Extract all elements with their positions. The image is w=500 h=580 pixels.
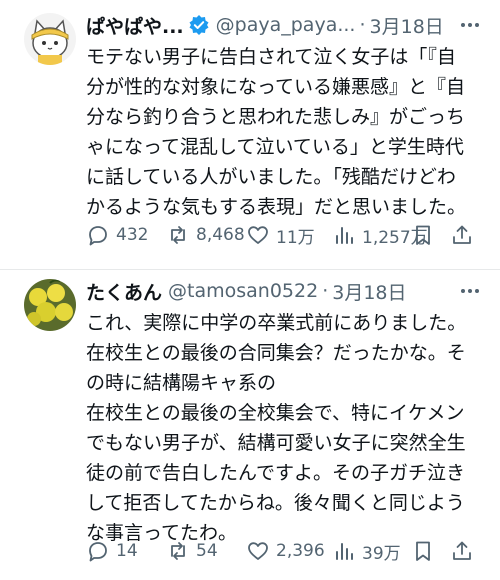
retweet-count: 54 bbox=[196, 541, 218, 561]
author-handle[interactable]: @tamosan0522 bbox=[168, 280, 318, 302]
bookmark-button[interactable] bbox=[411, 536, 435, 566]
views-count: 39万 bbox=[362, 543, 401, 564]
bookmark-icon bbox=[416, 541, 430, 561]
like-count: 11万 bbox=[276, 227, 315, 248]
reply-count: 14 bbox=[116, 541, 138, 561]
tweet-1[interactable]: ぱやぱや... @paya_paya... · 3月18日 モテない男子に告白さ… bbox=[0, 0, 500, 269]
retweet-button[interactable]: 54 bbox=[166, 536, 218, 566]
tweet-text: モテない男子に告白されて泣く女子は「『自 分が性的な対象になっている嫌悪感』と『… bbox=[86, 42, 486, 222]
tweet-header: ぱやぱや... @paya_paya... · 3月18日 bbox=[86, 12, 484, 38]
text-line: 分が性的な対象になっている嫌悪感』と『自 bbox=[86, 76, 466, 98]
text-line: 在校生との最後の全校集会で、特にイケメン bbox=[86, 402, 465, 424]
reply-icon bbox=[89, 542, 107, 562]
text-line: に話している人がいました。「残酷だけどわ bbox=[86, 166, 456, 188]
author-name[interactable]: ぱやぱや... bbox=[86, 12, 184, 39]
bookmark-icon bbox=[416, 225, 430, 245]
retweet-button[interactable]: 8,468 bbox=[166, 220, 245, 250]
tweet-date[interactable]: 3月18日 bbox=[370, 12, 444, 39]
reply-count: 432 bbox=[116, 225, 149, 245]
heart-icon bbox=[248, 226, 268, 244]
text-line: かるような気もする表現」だと思いました。 bbox=[86, 196, 467, 218]
share-button[interactable] bbox=[450, 536, 474, 566]
action-bar: 14 54 2,396 39万 bbox=[86, 536, 486, 566]
text-line: モテない男子に告白されて泣く女子は「『自 bbox=[86, 46, 456, 68]
text-line: 在校生との最後の合同集会？だったかな。そ bbox=[86, 342, 466, 364]
reply-button[interactable]: 14 bbox=[86, 536, 138, 566]
more-options-icon[interactable] bbox=[458, 278, 482, 304]
tweet-date[interactable]: 3月18日 bbox=[332, 278, 406, 305]
bookmark-button[interactable] bbox=[411, 220, 435, 250]
views-chart-icon bbox=[336, 543, 353, 560]
text-line: の時に結構陽キャ系の bbox=[86, 372, 277, 394]
views-chart-icon bbox=[336, 227, 353, 244]
like-button[interactable]: 2,396 bbox=[246, 536, 325, 566]
heart-icon bbox=[248, 542, 268, 560]
retweet-count: 8,468 bbox=[196, 225, 245, 245]
separator-dot: · bbox=[359, 14, 366, 36]
like-button[interactable]: 11万 bbox=[246, 220, 315, 250]
share-button[interactable] bbox=[450, 220, 474, 250]
tweet-text: これ、実際に中学の卒業式前にありました。 在校生との最後の合同集会？だったかな。… bbox=[86, 308, 486, 548]
text-line: 分なら釣り合うと思われた悲しみ』がごっち bbox=[86, 106, 466, 128]
text-line: 徒の前で告白したんですよ。その子ガチ泣き bbox=[86, 462, 466, 484]
text-line: ゃになって混乱して泣いている」と学生時代 bbox=[86, 136, 464, 158]
text-line: して拒否してたからね。後々聞くと同じよう bbox=[86, 492, 465, 514]
separator-dot: · bbox=[322, 280, 329, 302]
action-bar: 432 8,468 11万 1,257万 bbox=[86, 220, 486, 250]
text-line: これ、実際に中学の卒業式前にありました。 bbox=[86, 312, 467, 334]
share-icon bbox=[453, 225, 471, 244]
views-button[interactable]: 39万 bbox=[332, 536, 401, 566]
reply-button[interactable]: 432 bbox=[86, 220, 148, 250]
text-line: でもない男子が、結構可愛い女子に突然全生 bbox=[86, 432, 466, 454]
verified-badge-icon bbox=[188, 14, 210, 36]
cat-avatar-icon[interactable] bbox=[24, 13, 76, 65]
retweet-icon bbox=[171, 542, 185, 560]
more-options-icon[interactable] bbox=[458, 12, 482, 38]
reply-icon bbox=[89, 226, 107, 246]
like-count: 2,396 bbox=[276, 541, 325, 561]
citrus-avatar-icon[interactable] bbox=[24, 279, 76, 331]
author-handle[interactable]: @paya_paya... bbox=[216, 14, 356, 36]
tweet-header: たくあん @tamosan0522 · 3月18日 bbox=[86, 278, 484, 304]
retweet-icon bbox=[171, 226, 185, 244]
tweet-2[interactable]: たくあん @tamosan0522 · 3月18日 これ、実際に中学の卒業式前に… bbox=[0, 270, 500, 580]
author-name[interactable]: たくあん bbox=[86, 278, 162, 305]
share-icon bbox=[453, 541, 471, 560]
